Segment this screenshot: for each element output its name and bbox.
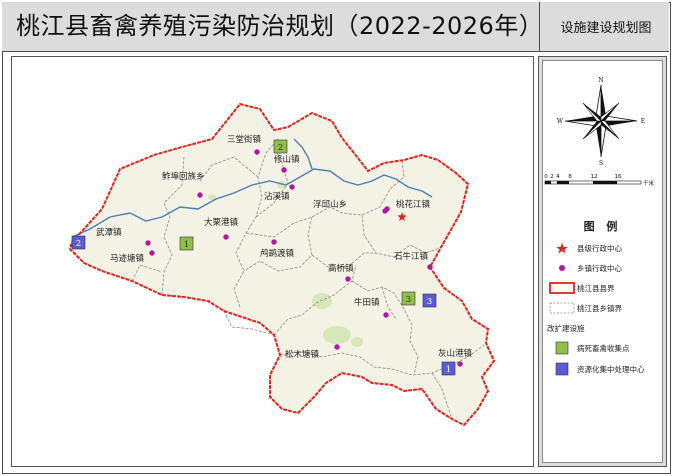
scale-tick-label: 16 bbox=[615, 174, 622, 180]
town-marker bbox=[345, 276, 351, 282]
township-line-icon bbox=[547, 301, 577, 315]
town-label: 牛田镇 bbox=[354, 297, 380, 308]
legend-item-collection-point: 病死畜禽收集点 bbox=[547, 341, 662, 355]
town-marker bbox=[334, 344, 340, 350]
town-marker bbox=[289, 184, 295, 190]
town-marker bbox=[383, 312, 389, 318]
legend-item-township-line: 桃江县乡镇界 bbox=[547, 301, 662, 315]
legend-card: N S E W 0 2 4 8 12 16 千米 图 例 县级行政中心 乡镇行政中心 bbox=[542, 60, 663, 463]
town-label: 高桥镇 bbox=[328, 263, 354, 274]
facility-number: 1 bbox=[184, 240, 189, 250]
legend-label: 资源化集中处理中心 bbox=[577, 364, 645, 374]
town-marker bbox=[197, 192, 203, 198]
map-title: 桃江县畜禽养殖污染防治规划（2022-2026年） bbox=[16, 12, 544, 40]
county-map: 三堂街镇修山镇鲊埠回族乡武潭镇 沾溪镇浮邱山乡 桃花江镇大栗港镇马迹塘镇 鸬鹚渡镇 石牛… bbox=[68, 102, 496, 427]
town-marker bbox=[427, 264, 433, 270]
blue-square-icon bbox=[547, 362, 577, 376]
scale-tick-label: 4 bbox=[556, 174, 560, 180]
town-label: 灰山港镇 bbox=[438, 348, 473, 359]
town-marker bbox=[145, 240, 151, 246]
town-marker bbox=[149, 250, 155, 256]
town-marker bbox=[281, 167, 287, 173]
town-marker bbox=[223, 234, 229, 240]
town-label: 三堂街镇 bbox=[227, 134, 262, 145]
town-label: 马迹塘镇 bbox=[110, 253, 145, 264]
legend-panel: N S E W 0 2 4 8 12 16 千米 图 例 县级行政中心 乡镇行政中心 bbox=[538, 56, 667, 467]
forest-patch bbox=[312, 293, 332, 309]
town-label: 鲊埠回族乡 bbox=[162, 171, 205, 182]
star-icon bbox=[547, 241, 577, 255]
compass-rose-icon bbox=[564, 84, 638, 158]
town-marker bbox=[271, 239, 277, 245]
town-label: 鸬鹚渡镇 bbox=[260, 248, 295, 259]
county-line-icon bbox=[547, 281, 577, 295]
legend-item-resource-center: 资源化集中处理中心 bbox=[547, 362, 662, 376]
legend-label: 乡镇行政中心 bbox=[577, 263, 622, 273]
scale-tick-label: 2 bbox=[550, 174, 554, 180]
compass-east: E bbox=[641, 118, 645, 125]
compass-north: N bbox=[598, 77, 603, 84]
legend-item-town-center: 乡镇行政中心 bbox=[547, 261, 662, 275]
town-label: 修山镇 bbox=[274, 154, 300, 165]
legend-item-county-center: 县级行政中心 bbox=[547, 241, 662, 255]
legend-label: 桃江县县界 bbox=[577, 283, 615, 293]
title-bar: 桃江县畜禽养殖污染防治规划（2022-2026年） 设施建设规划图 bbox=[2, 2, 669, 52]
forest-patch bbox=[323, 326, 351, 344]
map-panel: 三堂街镇修山镇鲊埠回族乡武潭镇 沾溪镇浮邱山乡 桃花江镇大栗港镇马迹塘镇 鸬鹚渡镇 石牛… bbox=[11, 56, 534, 467]
compass-south: S bbox=[599, 160, 603, 167]
scale-bar bbox=[544, 180, 642, 185]
scale-tick-label: 0 bbox=[544, 174, 548, 180]
town-label: 大栗港镇 bbox=[204, 217, 239, 228]
legend-label: 桃江县乡镇界 bbox=[577, 303, 622, 313]
compass-west: W bbox=[557, 118, 564, 125]
legend-label: 病死畜禽收集点 bbox=[577, 343, 630, 353]
map-subtitle: 设施建设规划图 bbox=[539, 2, 672, 51]
town-marker bbox=[254, 149, 260, 155]
legend-title: 图 例 bbox=[583, 220, 622, 233]
town-marker bbox=[382, 208, 388, 214]
town-label: 桃花江镇 bbox=[396, 199, 431, 210]
dot-icon bbox=[547, 261, 577, 275]
legend-label: 县级行政中心 bbox=[577, 243, 622, 253]
scale-unit: 千米 bbox=[643, 179, 655, 187]
town-label: 武潭镇 bbox=[96, 227, 122, 238]
town-marker bbox=[457, 361, 463, 367]
scale-tick-labels: 0 2 4 8 12 16 千米 bbox=[544, 174, 654, 187]
north-arrow-and-scale: N S E W 0 2 4 8 12 16 千米 bbox=[544, 77, 654, 187]
town-label: 浮邱山乡 bbox=[313, 199, 347, 210]
facility-number: 2 bbox=[76, 239, 81, 249]
town-label: 沾溪镇 bbox=[264, 191, 290, 202]
facility-number: 2 bbox=[278, 143, 283, 153]
town-label: 石牛江镇 bbox=[394, 251, 429, 262]
legend-item-county-line: 桃江县县界 bbox=[547, 281, 662, 295]
scale-tick-label: 8 bbox=[568, 174, 572, 180]
legend-group-label: 改扩建设施 bbox=[547, 324, 585, 333]
facility-number: 1 bbox=[446, 365, 451, 375]
facility-number: 3 bbox=[406, 295, 411, 305]
town-label: 松木塘镇 bbox=[285, 349, 320, 360]
green-square-icon bbox=[547, 341, 577, 355]
forest-patch bbox=[351, 337, 363, 347]
scale-tick-label: 12 bbox=[591, 174, 598, 180]
facility-number: 3 bbox=[427, 297, 432, 307]
